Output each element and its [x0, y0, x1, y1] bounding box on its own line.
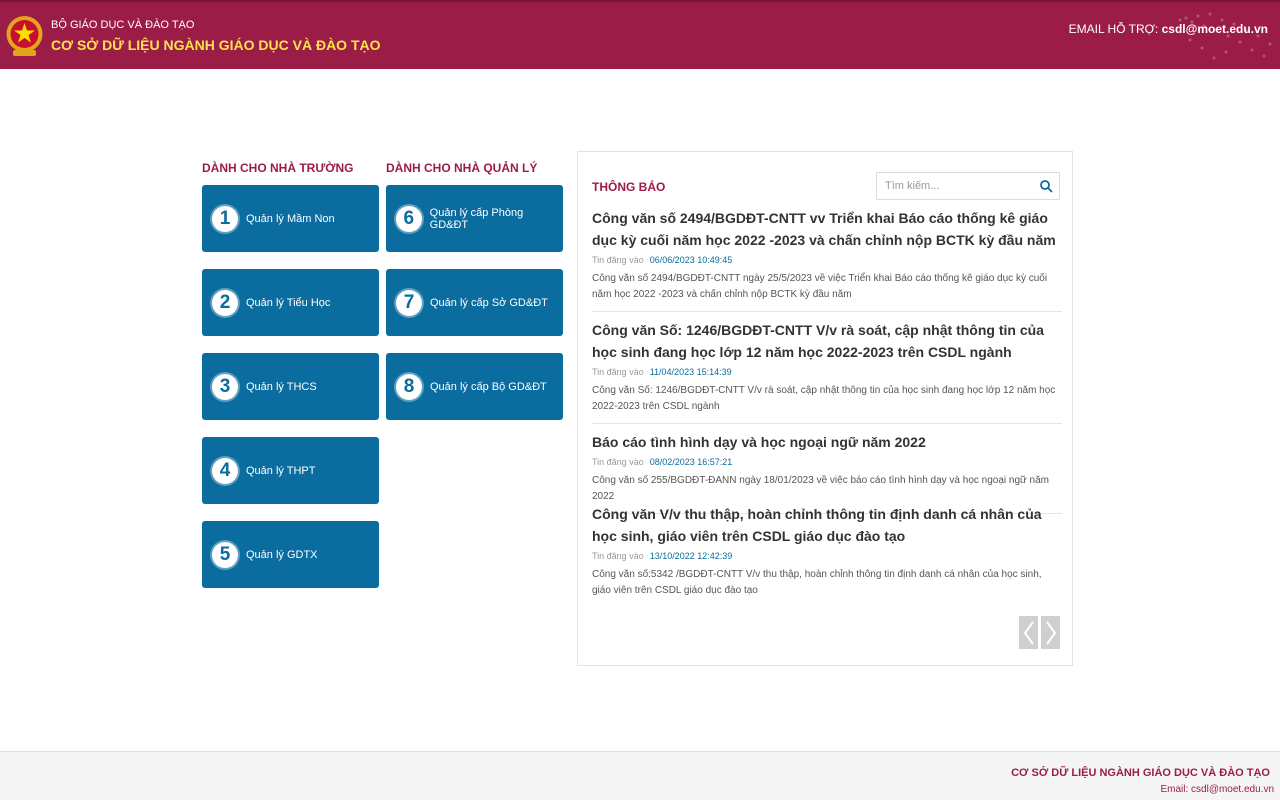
- next-page-button[interactable]: [1041, 616, 1060, 649]
- news-description: Công văn số 255/BGDĐT-ĐANN ngày 18/01/20…: [592, 475, 1049, 502]
- tile-number: 2: [212, 289, 238, 316]
- prev-page-button[interactable]: [1019, 616, 1038, 649]
- tile-number: 1: [212, 205, 238, 232]
- news-separator: [592, 423, 1062, 424]
- header-top-line: [0, 0, 1280, 2]
- tile-thcs[interactable]: 3 Quản lý THCS: [202, 353, 379, 420]
- national-emblem-icon[interactable]: [5, 12, 44, 60]
- news-date: 06/06/2023 10:49:45: [649, 255, 733, 265]
- tile-gdtx[interactable]: 5 Quản lý GDTX: [202, 521, 379, 588]
- tile-tieu-hoc[interactable]: 2 Quản lý Tiểu Học: [202, 269, 379, 336]
- news-description: Công văn số 2494/BGDĐT-CNTT ngày 25/5/20…: [592, 273, 1048, 300]
- tile-label: Quản lý cấp Bộ GD&ĐT: [430, 380, 547, 393]
- support-email-link[interactable]: csdl@moet.edu.vn: [1162, 22, 1268, 36]
- news-description: Công văn số:5342 /BGDĐT-CNTT V/v thu thậ…: [592, 569, 1042, 596]
- tile-mam-non[interactable]: 1 Quản lý Mầm Non: [202, 185, 379, 252]
- news-title-link[interactable]: Công văn Số: 1246/BGDĐT-CNTT V/v rà soát…: [592, 319, 1062, 363]
- news-item: Công văn Số: 1246/BGDĐT-CNTT V/v rà soát…: [592, 319, 1062, 424]
- tile-number: 4: [212, 457, 238, 484]
- tile-number: 5: [212, 541, 238, 568]
- site-footer: CƠ SỞ DỮ LIỆU NGÀNH GIÁO DỤC VÀ ĐÀO TẠO …: [0, 751, 1280, 800]
- tile-thpt[interactable]: 4 Quản lý THPT: [202, 437, 379, 504]
- tile-number: 6: [396, 205, 422, 232]
- chevron-left-icon: [1023, 620, 1034, 645]
- news-meta: Tin đăng vào 06/06/2023 10:49:45: [592, 255, 1062, 265]
- tile-number: 7: [396, 289, 422, 316]
- news-meta: Tin đăng vào 11/04/2023 15:14:39: [592, 367, 1062, 377]
- news-date: 08/02/2023 16:57:21: [649, 457, 733, 467]
- news-separator: [592, 311, 1062, 312]
- site-title[interactable]: CƠ SỞ DỮ LIỆU NGÀNH GIÁO DỤC VÀ ĐÀO TẠO: [51, 37, 381, 53]
- news-title-link[interactable]: Báo cáo tình hình dạy và học ngoại ngữ n…: [592, 431, 1062, 453]
- tile-label: Quản lý Tiểu Học: [246, 296, 331, 309]
- news-meta: Tin đăng vào 08/02/2023 16:57:21: [592, 457, 1062, 467]
- tile-number: 8: [396, 373, 422, 400]
- search-input[interactable]: [877, 173, 1033, 199]
- support-email: EMAIL HỖ TRỢ: csdl@moet.edu.vn: [1069, 22, 1268, 36]
- footer-title: CƠ SỞ DỮ LIỆU NGÀNH GIÁO DỤC VÀ ĐÀO TẠO: [1011, 767, 1270, 779]
- chevron-right-icon: [1045, 620, 1056, 645]
- news-panel-title: THÔNG BÁO: [592, 180, 666, 194]
- posted-label: Tin đăng vào: [592, 255, 644, 265]
- tile-label: Quản lý Mầm Non: [246, 212, 335, 225]
- news-item: Báo cáo tình hình dạy và học ngoại ngữ n…: [592, 431, 1062, 514]
- school-section-title: DÀNH CHO NHÀ TRƯỜNG: [202, 161, 354, 175]
- news-date: 11/04/2023 15:14:39: [649, 367, 732, 377]
- posted-label: Tin đăng vào: [592, 551, 644, 561]
- tile-label: Quản lý cấp Phòng GD&ĐT: [429, 206, 524, 231]
- tile-label: Quản lý GDTX: [246, 548, 318, 561]
- manager-section-title: DÀNH CHO NHÀ QUẢN LÝ: [386, 161, 538, 175]
- news-title-link[interactable]: Công văn số 2494/BGDĐT-CNTT vv Triển kha…: [592, 207, 1062, 251]
- ministry-name: BỘ GIÁO DỤC VÀ ĐÀO TẠO: [51, 19, 195, 31]
- support-email-label: EMAIL HỖ TRỢ:: [1068, 22, 1159, 36]
- tile-label: Quản lý cấp Sở GD&ĐT: [430, 296, 548, 309]
- news-search-box: [876, 172, 1060, 200]
- tile-label: Quản lý THPT: [246, 464, 316, 477]
- news-panel: THÔNG BÁO Công văn số 2494/BGDĐT-CNTT vv…: [577, 151, 1073, 666]
- tile-number: 3: [212, 373, 238, 400]
- tile-cap-so[interactable]: 7 Quản lý cấp Sở GD&ĐT: [386, 269, 563, 336]
- news-meta: Tin đăng vào 13/10/2022 12:42:39: [592, 551, 1062, 561]
- tile-cap-bo[interactable]: 8 Quản lý cấp Bộ GD&ĐT: [386, 353, 563, 420]
- news-description: Công văn Số: 1246/BGDĐT-CNTT V/v rà soát…: [592, 385, 1056, 412]
- news-item: Công văn số 2494/BGDĐT-CNTT vv Triển kha…: [592, 207, 1062, 312]
- tile-label: Quản lý THCS: [246, 380, 317, 393]
- posted-label: Tin đăng vào: [592, 457, 644, 467]
- news-date: 13/10/2022 12:42:39: [649, 551, 733, 561]
- search-icon[interactable]: [1039, 179, 1053, 193]
- footer-email: Email: csdl@moet.edu.vn: [1160, 784, 1274, 795]
- tile-cap-phong[interactable]: 6 Quản lý cấp Phòng GD&ĐT: [386, 185, 563, 252]
- footer-email-label: Email:: [1160, 784, 1189, 795]
- news-title-link[interactable]: Công văn V/v thu thập, hoàn chỉnh thông …: [592, 503, 1062, 547]
- footer-email-link[interactable]: csdl@moet.edu.vn: [1191, 784, 1274, 795]
- news-item: Công văn V/v thu thập, hoàn chỉnh thông …: [592, 503, 1062, 599]
- posted-label: Tin đăng vào: [592, 367, 644, 377]
- site-header: BỘ GIÁO DỤC VÀ ĐÀO TẠO CƠ SỞ DỮ LIỆU NGÀ…: [0, 0, 1280, 69]
